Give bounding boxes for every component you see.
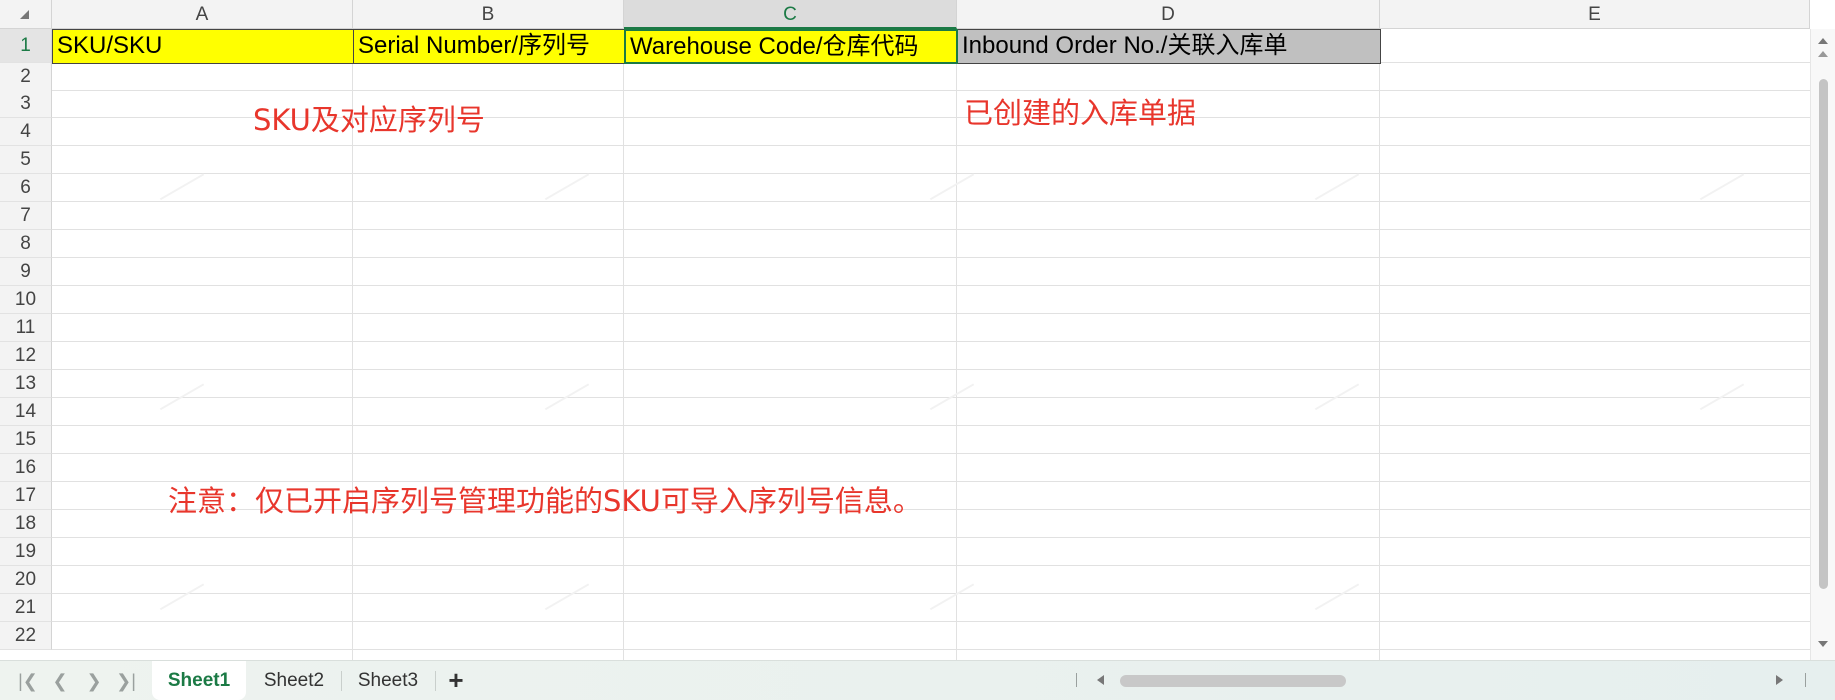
watermark-mark — [1699, 173, 1751, 211]
row-gridline — [52, 593, 1810, 594]
row-header-15[interactable]: 15 — [0, 426, 52, 454]
scroll-left-icon[interactable] — [1097, 675, 1104, 685]
row-gridline — [52, 397, 1810, 398]
watermark-mark — [1314, 583, 1366, 621]
tab-sheet3[interactable]: Sheet3 — [344, 661, 432, 700]
row-header-13[interactable]: 13 — [0, 370, 52, 398]
row-header-2[interactable]: 2 — [0, 63, 52, 91]
first-sheet-icon[interactable]: |❮ — [16, 671, 40, 691]
row-header-5[interactable]: 5 — [0, 146, 52, 174]
watermark-mark — [929, 383, 981, 421]
scroll-up-icon[interactable] — [1818, 38, 1828, 44]
watermark-mark — [1314, 383, 1366, 421]
row-header-17[interactable]: 17 — [0, 482, 52, 510]
row-header-8[interactable]: 8 — [0, 230, 52, 258]
cell-b1[interactable]: Serial Number/序列号 — [353, 29, 625, 64]
watermark-mark — [544, 583, 596, 621]
row-gridline — [52, 90, 1810, 91]
tab-divider — [435, 671, 436, 691]
scroll-bound-icon — [1076, 673, 1077, 687]
prev-sheet-icon[interactable]: ❮ — [48, 671, 72, 691]
tab-sheet2[interactable]: Sheet2 — [250, 661, 338, 700]
row-header-19[interactable]: 19 — [0, 538, 52, 566]
watermark-mark — [544, 383, 596, 421]
row-header-12[interactable]: 12 — [0, 342, 52, 370]
column-header-c[interactable]: C — [624, 0, 957, 29]
tab-sheet1[interactable]: Sheet1 — [152, 661, 246, 700]
row-gridline — [52, 313, 1810, 314]
scroll-page-up-icon[interactable] — [1818, 51, 1828, 57]
row-gridline — [52, 369, 1810, 370]
watermark-mark — [544, 173, 596, 211]
spreadsheet-grid[interactable]: ABCDE 1 2 3 4 5 6 7 8 9 10 11 12 13 14 15 16 17 18 19 20 21 2… — [0, 0, 1835, 660]
watermark-mark — [929, 173, 981, 211]
inbound-annotation: 已创建的入库单据 — [964, 96, 1197, 130]
row-gridline — [52, 565, 1810, 566]
vertical-scroll-thumb[interactable] — [1819, 79, 1828, 589]
column-header-b[interactable]: B — [353, 0, 624, 29]
watermark-mark — [1314, 173, 1366, 211]
row-gridline — [52, 537, 1810, 538]
cell-c1[interactable]: Warehouse Code/仓库代码 — [624, 29, 958, 64]
cell-d1[interactable]: Inbound Order No./关联入库单 — [957, 29, 1381, 64]
watermark-mark — [159, 383, 211, 421]
row-header-7[interactable]: 7 — [0, 202, 52, 230]
watermark-mark — [1699, 383, 1751, 421]
plus-icon[interactable]: + — [443, 667, 469, 693]
row-gridline — [52, 453, 1810, 454]
warning-annotation: 注意：仅已开启序列号管理功能的SKU可导入序列号信息。 — [168, 484, 922, 518]
row-header-21[interactable]: 21 — [0, 594, 52, 622]
row-gridline — [52, 173, 1810, 174]
row-gridline — [52, 285, 1810, 286]
row-header-18[interactable]: 18 — [0, 510, 52, 538]
vertical-scrollbar[interactable] — [1810, 29, 1835, 660]
row-gridline — [52, 621, 1810, 622]
watermark-mark — [929, 583, 981, 621]
next-sheet-icon[interactable]: ❯ — [82, 671, 106, 691]
column-gridline — [623, 29, 624, 660]
row-gridline — [52, 257, 1810, 258]
row-gridline — [52, 341, 1810, 342]
row-header-22[interactable]: 22 — [0, 622, 52, 650]
select-all-triangle-icon — [20, 10, 29, 19]
row-header-9[interactable]: 9 — [0, 258, 52, 286]
scroll-bound-icon — [1805, 673, 1806, 687]
sku-annotation: SKU及对应序列号 — [253, 103, 485, 137]
sheet-tab-bar: |❮ ❮ ❯ ❯| Sheet1 Sheet2 Sheet3 + — [0, 660, 1835, 700]
row-gridline — [52, 425, 1810, 426]
select-all-corner[interactable] — [0, 0, 52, 29]
column-header-a[interactable]: A — [52, 0, 353, 29]
row-header-1[interactable]: 1 — [0, 29, 52, 63]
row-gridline — [52, 145, 1810, 146]
row-header-11[interactable]: 11 — [0, 314, 52, 342]
watermark-mark — [159, 173, 211, 211]
row-header-6[interactable]: 6 — [0, 174, 52, 202]
row-gridline — [52, 229, 1810, 230]
row-header-10[interactable]: 10 — [0, 286, 52, 314]
horizontal-scroll-thumb[interactable] — [1120, 675, 1346, 687]
scroll-right-icon[interactable] — [1776, 675, 1783, 685]
row-header-3[interactable]: 3 — [0, 90, 52, 118]
column-gridline — [1379, 29, 1380, 660]
column-header-e[interactable]: E — [1380, 0, 1810, 29]
tab-divider — [341, 671, 342, 691]
cell-a1[interactable]: SKU/SKU — [52, 29, 354, 64]
row-gridline — [52, 649, 1810, 650]
watermark-mark — [159, 583, 211, 621]
row-header-20[interactable]: 20 — [0, 566, 52, 594]
column-header-d[interactable]: D — [957, 0, 1380, 29]
row-header-16[interactable]: 16 — [0, 454, 52, 482]
row-header-4[interactable]: 4 — [0, 118, 52, 146]
row-header-14[interactable]: 14 — [0, 398, 52, 426]
last-sheet-icon[interactable]: ❯| — [114, 671, 138, 691]
scroll-down-icon[interactable] — [1818, 641, 1828, 647]
column-gridline — [956, 29, 957, 660]
